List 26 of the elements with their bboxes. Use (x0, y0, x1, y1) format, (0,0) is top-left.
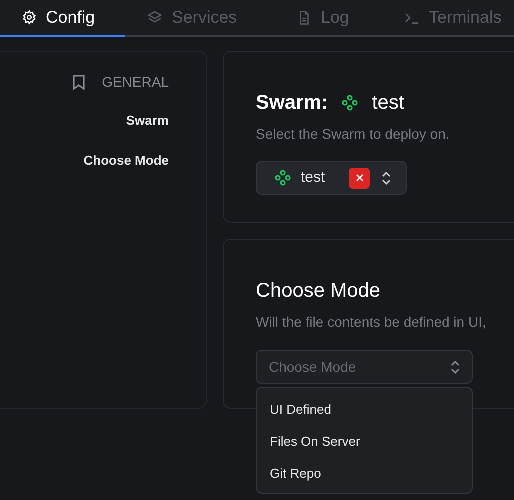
chevron-updown-icon (382, 172, 391, 184)
card-title: Choose Mode (256, 279, 382, 304)
chevron-updown-icon (451, 360, 460, 374)
select-placeholder: Choose Mode (269, 358, 356, 376)
settings-icon (22, 10, 37, 25)
card-title: Swarm: (256, 91, 328, 116)
menu-option[interactable]: UI Defined (270, 400, 332, 418)
bookmark-icon (73, 75, 86, 90)
sidebar-link[interactable]: Swarm (126, 111, 169, 130)
menu-option[interactable]: Files On Server (270, 432, 360, 450)
file-icon (297, 10, 312, 26)
layers-icon (147, 10, 163, 26)
swarm-select[interactable]: test (256, 161, 407, 195)
terminal-icon (404, 10, 420, 24)
card-description: Select the Swarm to deploy on. (256, 125, 451, 144)
clear-button[interactable] (349, 168, 370, 188)
tab[interactable]: Config (0, 0, 125, 37)
section-heading: GENERAL (102, 73, 169, 92)
swarm-icon (275, 170, 291, 186)
menu-option[interactable]: Git Repo (270, 464, 322, 482)
swarm-icon (342, 95, 358, 111)
close-icon (356, 174, 364, 182)
sidebar-link[interactable]: Choose Mode (84, 150, 169, 170)
select-value: test (301, 168, 326, 188)
swarm-name: test (372, 91, 404, 116)
card-description: Will the file contents be defined in UI, (256, 313, 488, 332)
